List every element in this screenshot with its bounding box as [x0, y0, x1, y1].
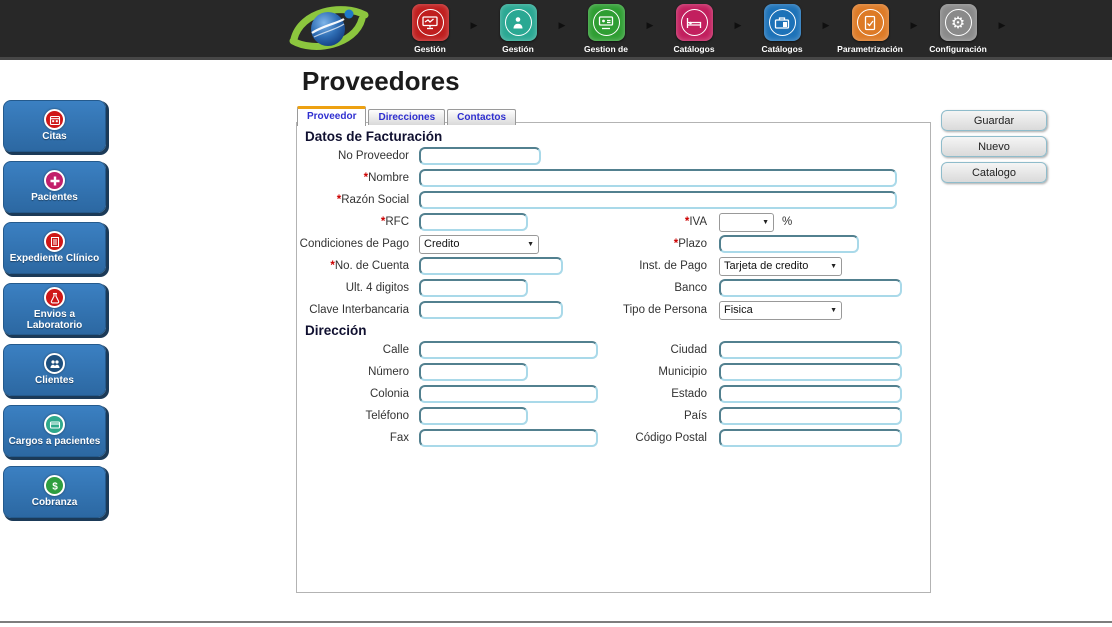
- configuracion-empresa-icon: ⚙: [940, 4, 977, 41]
- sidebar-item-cargos-pacientes[interactable]: Cargos a pacientes: [3, 405, 106, 457]
- catalogos-medicos-icon: [676, 4, 713, 41]
- iva-percent-suffix: %: [782, 216, 792, 228]
- form-row: Calle Ciudad: [297, 341, 930, 359]
- menu-arrow-icon: ▶: [910, 20, 918, 31]
- footer-divider: [0, 621, 1112, 623]
- estado-input[interactable]: [719, 385, 902, 403]
- no-cuenta-input[interactable]: [419, 257, 563, 275]
- section-heading-direccion: Dirección: [305, 323, 930, 338]
- municipio-input[interactable]: [719, 363, 902, 381]
- menu-arrow-icon: ▶: [470, 20, 478, 31]
- codigo-postal-input[interactable]: [719, 429, 902, 447]
- cobros-pagos-icon: [588, 4, 625, 41]
- menu-arrow-icon: ▶: [998, 20, 1006, 31]
- gear-icon: ⚙: [951, 15, 965, 31]
- menu-parametrizacion[interactable]: Parametrización: [830, 4, 910, 55]
- sidebar-item-cobranza[interactable]: $ Cobranza: [3, 466, 106, 518]
- tab-direcciones[interactable]: Direcciones: [368, 109, 445, 125]
- rfc-input[interactable]: [419, 213, 528, 231]
- plazo-input[interactable]: [719, 235, 859, 253]
- gestion-medica-icon: [412, 4, 449, 41]
- form-row: Número Municipio: [297, 363, 930, 381]
- tab-contactos[interactable]: Contactos: [447, 109, 516, 125]
- page-title: Proveedores: [302, 66, 460, 97]
- ciudad-input[interactable]: [719, 341, 902, 359]
- action-buttons: Guardar Nuevo Catalogo: [941, 110, 1047, 183]
- ult-4-digitos-input[interactable]: [419, 279, 528, 297]
- razon-social-input[interactable]: [419, 191, 897, 209]
- catalogos-administrativos-icon: [764, 4, 801, 41]
- iva-select[interactable]: ▼: [719, 213, 774, 232]
- patient-cross-icon: [44, 170, 65, 191]
- form-row: No Proveedor: [297, 147, 930, 165]
- topbar-divider: [0, 57, 1112, 60]
- form-row: Colonia Estado: [297, 385, 930, 403]
- dropdown-arrow-icon: ▼: [830, 263, 837, 270]
- sidebar-item-pacientes[interactable]: Pacientes: [3, 161, 106, 213]
- calendar-icon: [44, 109, 65, 130]
- calle-input[interactable]: [419, 341, 598, 359]
- nombre-input[interactable]: [419, 169, 897, 187]
- clinical-record-icon: [44, 231, 65, 252]
- sidebar-item-expediente-clinico[interactable]: Expediente Clínico: [3, 222, 106, 274]
- fax-input[interactable]: [419, 429, 598, 447]
- dropdown-arrow-icon: ▼: [527, 241, 534, 248]
- form-row: Teléfono País: [297, 407, 930, 425]
- numero-input[interactable]: [419, 363, 528, 381]
- tab-bar: Proveedor Direcciones Contactos: [297, 106, 518, 125]
- menu-arrow-icon: ▶: [734, 20, 742, 31]
- form-row: Fax Código Postal: [297, 429, 930, 447]
- colonia-input[interactable]: [419, 385, 598, 403]
- menu-arrow-icon: ▶: [822, 20, 830, 31]
- proveedor-form-panel: Datos de Facturación No Proveedor *Nombr…: [296, 122, 931, 593]
- dropdown-arrow-icon: ▼: [830, 307, 837, 314]
- menu-arrow-icon: ▶: [646, 20, 654, 31]
- menu-arrow-icon: ▶: [558, 20, 566, 31]
- inst-pago-select[interactable]: Tarjeta de credito ▼: [719, 257, 842, 276]
- svg-text:$: $: [52, 481, 58, 492]
- sidebar-item-envios-laboratorio[interactable]: Envios a Laboratorio: [3, 283, 106, 335]
- parametrizacion-icon: [852, 4, 889, 41]
- form-row: Condiciones de Pago Credito ▼ *Plazo: [297, 235, 930, 253]
- form-row: *No. de Cuenta Inst. de Pago Tarjeta de …: [297, 257, 930, 275]
- lab-flask-icon: [44, 287, 65, 308]
- condiciones-pago-select[interactable]: Credito ▼: [419, 235, 539, 254]
- sidebar: Citas Pacientes Expediente Clínico Envio…: [3, 100, 106, 518]
- no-proveedor-input[interactable]: [419, 147, 541, 165]
- sidebar-item-citas[interactable]: Citas: [3, 100, 106, 152]
- form-row: *Razón Social: [297, 191, 930, 209]
- form-row: *Nombre: [297, 169, 930, 187]
- app-logo: [286, 2, 370, 60]
- charges-card-icon: [44, 414, 65, 435]
- nuevo-button[interactable]: Nuevo: [941, 136, 1047, 157]
- form-row: Clave Interbancaria Tipo de Persona Fisi…: [297, 301, 930, 319]
- pais-input[interactable]: [719, 407, 902, 425]
- banco-input[interactable]: [719, 279, 902, 297]
- gestion-administrativa-icon: [500, 4, 537, 41]
- section-heading-facturacion: Datos de Facturación: [305, 129, 930, 144]
- form-row: Ult. 4 digitos Banco: [297, 279, 930, 297]
- catalogo-button[interactable]: Catalogo: [941, 162, 1047, 183]
- top-navigation-bar: GestiónMédica ▶ GestiónAdministrativa ▶ …: [0, 0, 1112, 57]
- form-row: *RFC *IVA ▼ %: [297, 213, 930, 231]
- sidebar-item-clientes[interactable]: Clientes: [3, 344, 106, 396]
- collection-money-icon: $: [44, 475, 65, 496]
- clave-interbancaria-input[interactable]: [419, 301, 563, 319]
- dropdown-arrow-icon: ▼: [762, 219, 769, 226]
- clients-icon: [44, 353, 65, 374]
- tipo-persona-select[interactable]: Fisica ▼: [719, 301, 842, 320]
- telefono-input[interactable]: [419, 407, 528, 425]
- guardar-button[interactable]: Guardar: [941, 110, 1047, 131]
- tab-proveedor[interactable]: Proveedor: [297, 106, 366, 126]
